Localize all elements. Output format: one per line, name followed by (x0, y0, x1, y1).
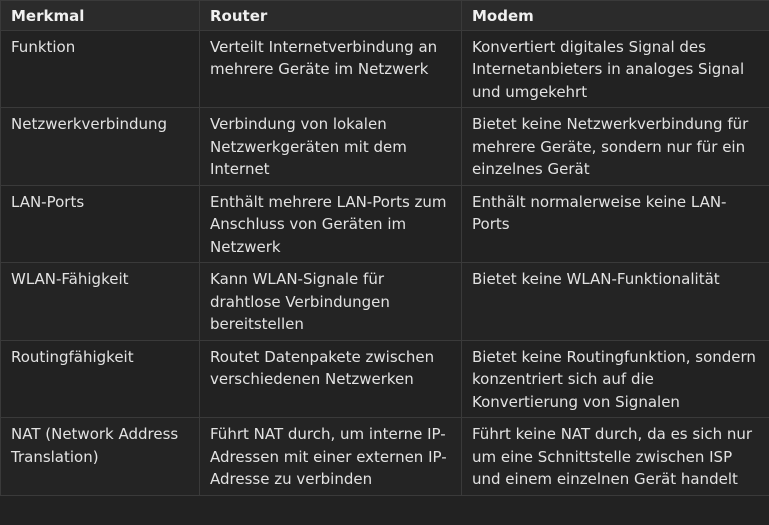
table-row: Routingfähigkeit Routet Datenpakete zwis… (0, 339, 769, 418)
cell-modem: Bietet keine Routingfunktion, sondern ko… (461, 339, 769, 418)
cell-router: Kann WLAN-Signale für drahtlose Verbindu… (199, 262, 462, 341)
cell-merkmal: Funktion (0, 29, 200, 108)
cell-router: Enthält mehrere LAN-Ports zum Anschluss … (199, 184, 462, 263)
cell-modem: Enthält normalerweise keine LAN-Ports (461, 184, 769, 263)
comparison-table: Merkmal Router Modem Funktion Verteilt I… (0, 0, 769, 496)
table-row: NAT (Network Address Translation) Führt … (0, 417, 769, 496)
cell-modem: Führt keine NAT durch, da es sich nur um… (461, 417, 769, 496)
table-row: LAN-Ports Enthält mehrere LAN-Ports zum … (0, 184, 769, 263)
header-modem: Modem (461, 0, 769, 31)
cell-router: Routet Datenpakete zwischen verschiedene… (199, 339, 462, 418)
header-merkmal: Merkmal (0, 0, 200, 31)
cell-router: Verbindung von lokalen Netzwerkgeräten m… (199, 107, 462, 186)
cell-merkmal: Netzwerkverbindung (0, 107, 200, 186)
cell-router: Führt NAT durch, um interne IP-Adressen … (199, 417, 462, 496)
cell-merkmal: NAT (Network Address Translation) (0, 417, 200, 496)
table-row: Funktion Verteilt Internetverbindung an … (0, 29, 769, 108)
table-header: Merkmal Router Modem (0, 0, 769, 31)
table-row: WLAN-Fähigkeit Kann WLAN-Signale für dra… (0, 262, 769, 341)
table-row: Netzwerkverbindung Verbindung von lokale… (0, 107, 769, 186)
cell-modem: Bietet keine WLAN-Funktionalität (461, 262, 769, 341)
cell-modem: Konvertiert digitales Signal des Interne… (461, 29, 769, 108)
cell-router: Verteilt Internetverbindung an mehrere G… (199, 29, 462, 108)
table-body: Funktion Verteilt Internetverbindung an … (0, 29, 769, 496)
cell-merkmal: LAN-Ports (0, 184, 200, 263)
cell-modem: Bietet keine Netzwerkverbindung für mehr… (461, 107, 769, 186)
header-router: Router (199, 0, 462, 31)
cell-merkmal: Routingfähigkeit (0, 339, 200, 418)
cell-merkmal: WLAN-Fähigkeit (0, 262, 200, 341)
header-row: Merkmal Router Modem (0, 0, 769, 31)
